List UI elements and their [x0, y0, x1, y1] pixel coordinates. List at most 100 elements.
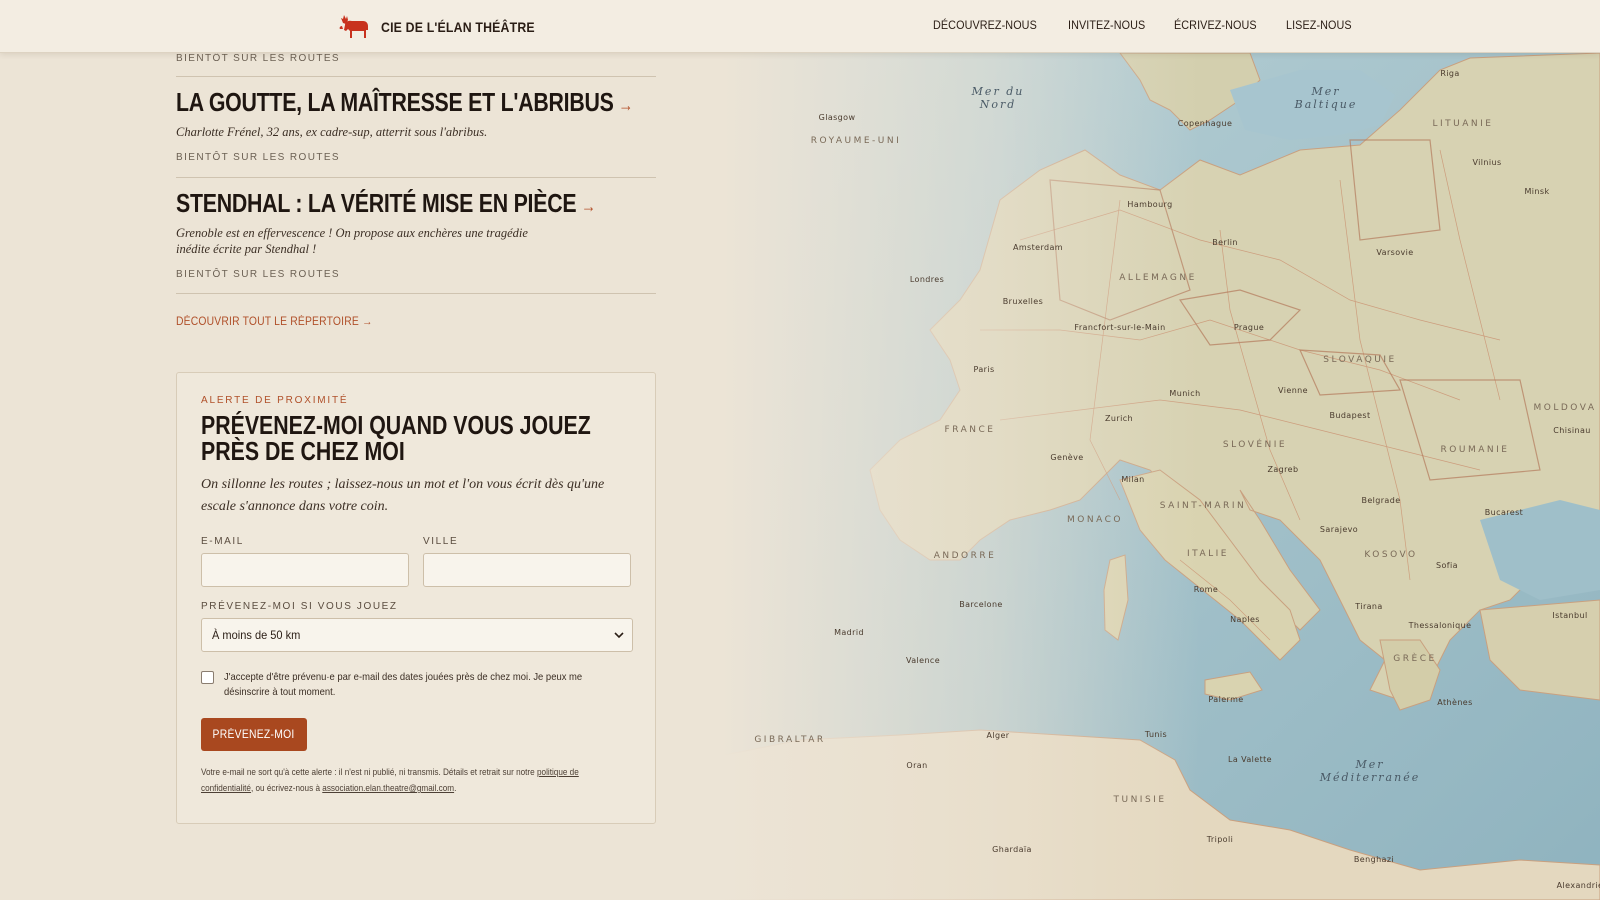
map-label: ROYAUME-UNI — [811, 136, 902, 146]
nav-link-invitez[interactable]: INVITEZ-NOUS — [1068, 18, 1145, 32]
map-label: Zurich — [1105, 414, 1133, 423]
nav-link-lisez[interactable]: LISEZ-NOUS — [1286, 18, 1352, 32]
map-label: Sofia — [1436, 561, 1458, 570]
map-label: Barcelone — [959, 600, 1003, 609]
map-label: Benghazi — [1354, 855, 1394, 864]
map-label: ITALIE — [1187, 549, 1229, 559]
map-label: Londres — [910, 275, 944, 284]
map-label: Belgrade — [1361, 496, 1400, 505]
nav-link-ecrivez[interactable]: ÉCRIVEZ-NOUS — [1174, 18, 1257, 32]
map-label: Thessalonique — [1408, 621, 1472, 630]
map-label: FRANCE — [945, 425, 996, 435]
email-field-group: E-MAIL — [201, 536, 409, 587]
map-label: Budapest — [1329, 411, 1370, 420]
play-title-link[interactable]: STENDHAL : LA VÉRITÉ MISE EN PIÈCE → — [176, 188, 596, 219]
play-status: BIENTÔT SUR LES ROUTES — [176, 269, 340, 280]
map-label: MONACO — [1067, 515, 1123, 525]
card-eyebrow: ALERTE DE PROXIMITÉ — [201, 395, 349, 406]
map-label: Baltique — [1294, 98, 1358, 111]
chevron-down-icon — [614, 632, 624, 639]
map-label: Ghardaïa — [992, 845, 1032, 854]
city-label: VILLE — [423, 536, 459, 547]
distance-select[interactable]: À moins de 50 km — [201, 618, 633, 652]
map-label: SAINT-MARIN — [1160, 501, 1246, 511]
map-label: KOSOVO — [1364, 550, 1417, 560]
play-item: STENDHAL : LA VÉRITÉ MISE EN PIÈCE → Gren… — [176, 188, 656, 280]
distance-label: PRÉVENEZ-MOI SI VOUS JOUEZ — [201, 601, 398, 612]
map-label: MOLDOVA — [1534, 403, 1597, 413]
card-title: PRÉVENEZ-MOI QUAND VOUS JOUEZ PRÈS DE CH… — [201, 410, 591, 466]
arrow-right-icon: → — [618, 95, 634, 115]
field-row: E-MAIL VILLE — [201, 536, 631, 587]
main-nav: DÉCOUVREZ-NOUS INVITEZ-NOUS ÉCRIVEZ-NOUS… — [933, 18, 1359, 32]
city-input[interactable] — [423, 553, 631, 587]
legal-middle: , ou écrivez-nous à — [250, 783, 323, 794]
site-header: CIE DE L'ÉLAN THÉÂTRE DÉCOUVREZ-NOUS INV… — [0, 0, 1600, 53]
play-title: STENDHAL : LA VÉRITÉ MISE EN PIÈCE — [176, 188, 577, 218]
map-label: SLOVÉNIE — [1223, 438, 1287, 450]
map-label: LITUANIE — [1433, 119, 1494, 129]
consent-text: J'accepte d'être prévenu·e par e-mail de… — [224, 671, 583, 698]
map-label: Madrid — [834, 628, 864, 637]
map-label: Oran — [906, 761, 927, 770]
map-label: Nord — [979, 98, 1017, 111]
map-label: Athènes — [1437, 697, 1472, 707]
play-title-link[interactable]: LA GOUTTE, LA MAÎTRESSE ET L'ABRIBUS → — [176, 87, 633, 118]
map-label: Alexandrie — [1557, 881, 1600, 890]
map-label: ROUMANIE — [1441, 445, 1510, 455]
map-label: Minsk — [1525, 187, 1550, 196]
map-label: SLOVAQUIE — [1323, 355, 1396, 365]
map-label: Berlin — [1212, 238, 1238, 247]
map-label: Riga — [1440, 69, 1459, 78]
map-label: Valence — [906, 656, 940, 665]
map-label: Mer du — [971, 85, 1025, 98]
email-label: E-MAIL — [201, 536, 244, 547]
map-label: Bruxelles — [1003, 297, 1043, 306]
map-label: Copenhague — [1178, 119, 1233, 128]
divider — [176, 76, 656, 77]
map-label: Genève — [1050, 452, 1083, 462]
nav-link-decouvrez[interactable]: DÉCOUVREZ-NOUS — [933, 18, 1037, 32]
map-label: Tripoli — [1206, 835, 1233, 844]
repertoire-link[interactable]: DÉCOUVRIR TOUT LE RÉPERTOIRE → — [176, 316, 373, 328]
map-label: La Valette — [1228, 755, 1272, 764]
arrow-right-icon: → — [581, 196, 596, 216]
card-lead: On sillonne les routes ; laissez-nous un… — [201, 477, 605, 514]
consent-row: J'accepte d'être prévenu·e par e-mail de… — [201, 670, 631, 700]
play-title: LA GOUTTE, LA MAÎTRESSE ET L'ABRIBUS — [176, 87, 614, 117]
map-label: Palerme — [1208, 695, 1243, 704]
map-label: Francfort-sur-le-Main — [1074, 323, 1165, 332]
legal-suffix: . — [454, 783, 457, 794]
contact-email-link[interactable]: association.elan.theatre@gmail.com — [322, 783, 454, 794]
map-label: Mer — [1310, 85, 1340, 98]
map-label: Varsovie — [1376, 248, 1413, 257]
map-label: GIBRALTAR — [754, 735, 825, 745]
legal-notice: Votre e-mail ne sort qu'à cette alerte :… — [201, 765, 605, 797]
map-label: Tirana — [1354, 602, 1382, 611]
map-label: Munich — [1169, 389, 1200, 398]
submit-button[interactable]: PRÉVENEZ-MOI — [201, 718, 307, 751]
map-label: Vilnius — [1472, 158, 1501, 167]
map-label: Méditerranée — [1319, 771, 1420, 784]
play-status: BIENTÔT SUR LES ROUTES — [176, 152, 340, 163]
map-label: Mer — [1354, 758, 1384, 771]
map-label: Rome — [1194, 585, 1218, 594]
map-label: Paris — [973, 365, 994, 374]
email-input[interactable] — [201, 553, 409, 587]
map-label: Istanbul — [1552, 611, 1587, 620]
brand-logo-link[interactable]: CIE DE L'ÉLAN THÉÂTRE — [339, 13, 556, 41]
consent-checkbox[interactable] — [201, 671, 214, 684]
moose-icon — [339, 15, 368, 38]
map-label: Naples — [1230, 615, 1260, 624]
distance-selected-value: À moins de 50 km — [212, 628, 301, 642]
proximity-alert-card: ALERTE DE PROXIMITÉ PRÉVENEZ-MOI QUAND V… — [176, 372, 656, 824]
play-description: Grenoble est en effervescence ! On propo… — [176, 226, 528, 256]
map-label: GRÈCE — [1393, 652, 1436, 664]
divider — [176, 293, 656, 294]
map-label: Zagreb — [1268, 465, 1299, 474]
city-field-group: VILLE — [423, 536, 631, 587]
map-label: Vienne — [1278, 386, 1308, 395]
submit-label: PRÉVENEZ-MOI — [212, 728, 296, 741]
map-label: Tunis — [1144, 730, 1167, 739]
map-label: Amsterdam — [1013, 243, 1063, 252]
